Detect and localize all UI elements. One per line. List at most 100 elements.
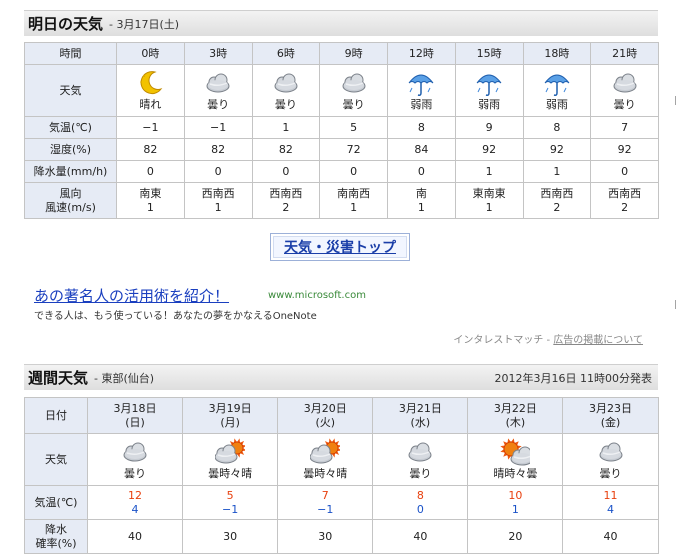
- wind-cell: 西南西 1: [183, 182, 253, 219]
- weather-text: 弱雨: [545, 98, 568, 111]
- date-cell: 3月22日 (木): [467, 397, 564, 434]
- precip-probability-label-1: 降水: [45, 522, 67, 536]
- wind-cell: 南南西 1: [319, 182, 388, 219]
- cloud-icon: [613, 73, 637, 93]
- disaster-top-link-label[interactable]: 天気・災害トップ: [273, 236, 407, 258]
- precip-probability-cell: 40: [86, 519, 184, 554]
- weekly-title: 週間天気: [28, 369, 89, 387]
- hour-cell: 9時: [319, 42, 388, 65]
- weather-cell: 曇り: [590, 64, 659, 117]
- cloud-icon: [342, 73, 366, 93]
- humidity-cell: 72: [319, 138, 388, 161]
- hours-row: 時間 0時 3時 6時 9時 12時 15時 18時 21時: [24, 42, 659, 65]
- precipitation-label: 降水量(mm/h): [24, 160, 117, 183]
- hour-cell: 21時: [590, 42, 659, 65]
- hours-label: 時間: [24, 42, 117, 65]
- weekly-temperature-cell: 80: [372, 485, 469, 520]
- wind-speed: 2: [553, 200, 561, 214]
- wind-speed: 1: [417, 200, 425, 214]
- low-temp: 0: [416, 502, 424, 516]
- temperature-label: 気温(℃): [24, 116, 117, 139]
- date-text: 3月21日: [398, 401, 442, 415]
- weather-text: 弱雨: [410, 98, 433, 111]
- hour-cell: 6時: [251, 42, 321, 65]
- temperature-cell: 9: [454, 116, 524, 139]
- date-cell: 3月21日 (水): [372, 397, 469, 434]
- day-of-week: (木): [505, 415, 526, 429]
- wind-speed: 1: [485, 200, 493, 214]
- cloud-icon: [206, 73, 230, 93]
- wind-speed: 1: [146, 200, 154, 214]
- ad-footer-prefix: インタレストマッチ -: [453, 335, 554, 346]
- wind-cell: 西南西 2: [251, 182, 321, 219]
- weekly-header: 週間天気 - 東部(仙台) 2012年3月16日 11時00分発表: [24, 364, 658, 390]
- precipitation-cell: 1: [454, 160, 524, 183]
- ad-title-link[interactable]: あの著名人の活用術を紹介！: [34, 285, 229, 306]
- wind-row: 風向 風速(m/s) 南東 1 西南西 1 西南西 2 南南西 1 南 1 東南東 1 西南西 2 西南西 2: [24, 182, 659, 219]
- hour-cell: 12時: [387, 42, 456, 65]
- low-temp: −1: [222, 502, 239, 516]
- humidity-cell: 92: [590, 138, 659, 161]
- precipitation-row: 降水量(mm/h) 00000110: [24, 160, 659, 183]
- weekly-temperature-row: 気温(℃) 12 4 5 −1 7 −1 8 0 10 1 11 4: [24, 485, 659, 520]
- precip-probability-cell: 20: [467, 519, 564, 554]
- moon-icon: [140, 71, 163, 95]
- cloud-icon: [599, 442, 623, 462]
- ad-placement-link[interactable]: 広告の掲載について: [553, 335, 643, 346]
- weather-label: 天気: [24, 64, 117, 117]
- weather-text: 曇り: [599, 467, 622, 480]
- day-of-week: (水): [410, 415, 431, 429]
- weather-row: 天気 晴れ 曇り 曇り 曇り 弱雨 弱雨 弱雨 曇り: [24, 64, 659, 117]
- wind-direction: 南南西: [337, 186, 371, 200]
- precip-probability-cell: 40: [562, 519, 659, 554]
- precip-probability-row: 降水 確率(%) 40 30 30 40 20 40: [24, 519, 659, 554]
- wind-cell: 西南西 2: [522, 182, 592, 219]
- precipitation-cell: 1: [522, 160, 592, 183]
- wind-speed: 2: [282, 200, 290, 214]
- weather-cell: 弱雨: [454, 64, 524, 117]
- weekly-weather-cell: 曇時々晴: [182, 433, 279, 486]
- wind-cell: 西南西 2: [590, 182, 659, 219]
- umbrella-icon: [408, 74, 434, 96]
- weather-text: 曇り: [409, 467, 432, 480]
- weather-text: 晴れ: [139, 98, 162, 111]
- cloud-sun-icon: [310, 438, 341, 464]
- umbrella-icon: [476, 74, 502, 96]
- hourly-forecast-table: 時間 0時 3時 6時 9時 12時 15時 18時 21時 天気 晴れ 曇り 曇り 曇り 弱雨 弱雨 弱…: [24, 42, 659, 219]
- weather-text: 曇時々晴: [208, 467, 253, 480]
- hour-cell: 18時: [522, 42, 592, 65]
- weather-text: 晴時々曇: [493, 467, 538, 480]
- weekly-temperature-cell: 5 −1: [182, 485, 279, 520]
- wind-direction: 西南西: [608, 186, 642, 200]
- date-text: 3月20日: [303, 401, 347, 415]
- day-of-week: (日): [125, 415, 145, 429]
- humidity-row: 湿度(%) 82 82 82 72 84 92 92 92: [24, 138, 659, 161]
- weekly-weather-cell: 曇時々晴: [277, 433, 374, 486]
- wind-cell: 東南東 1: [454, 182, 524, 219]
- weather-cell: 曇り: [251, 64, 321, 117]
- hour-cell: 0時: [116, 42, 185, 65]
- precipitation-cell: 0: [251, 160, 321, 183]
- cloud-sun-icon: [215, 438, 246, 464]
- disaster-top-link[interactable]: 天気・災害トップ: [270, 233, 410, 261]
- wind-speed: 1: [350, 200, 358, 214]
- day-of-week: (火): [315, 415, 336, 429]
- tomorrow-title: 明日の天気: [28, 15, 104, 33]
- humidity-cell: 82: [251, 138, 321, 161]
- humidity-cell: 82: [183, 138, 253, 161]
- wind-direction: 西南西: [540, 186, 574, 200]
- hour-cell: 3時: [183, 42, 253, 65]
- ad-url[interactable]: www.microsoft.com: [268, 290, 366, 301]
- low-temp: −1: [317, 502, 334, 516]
- wind-direction: 西南西: [269, 186, 303, 200]
- weather-cell: 曇り: [183, 64, 253, 117]
- low-temp: 4: [131, 502, 139, 516]
- umbrella-icon: [544, 74, 570, 96]
- weather-text: 曇り: [124, 467, 147, 480]
- weather-text: 曇り: [207, 98, 230, 111]
- wind-speed: 2: [621, 200, 629, 214]
- precipitation-cell: 0: [319, 160, 388, 183]
- cloud-icon: [123, 442, 147, 462]
- weather-cell: 晴れ: [116, 64, 185, 117]
- high-temp: 10: [508, 488, 523, 502]
